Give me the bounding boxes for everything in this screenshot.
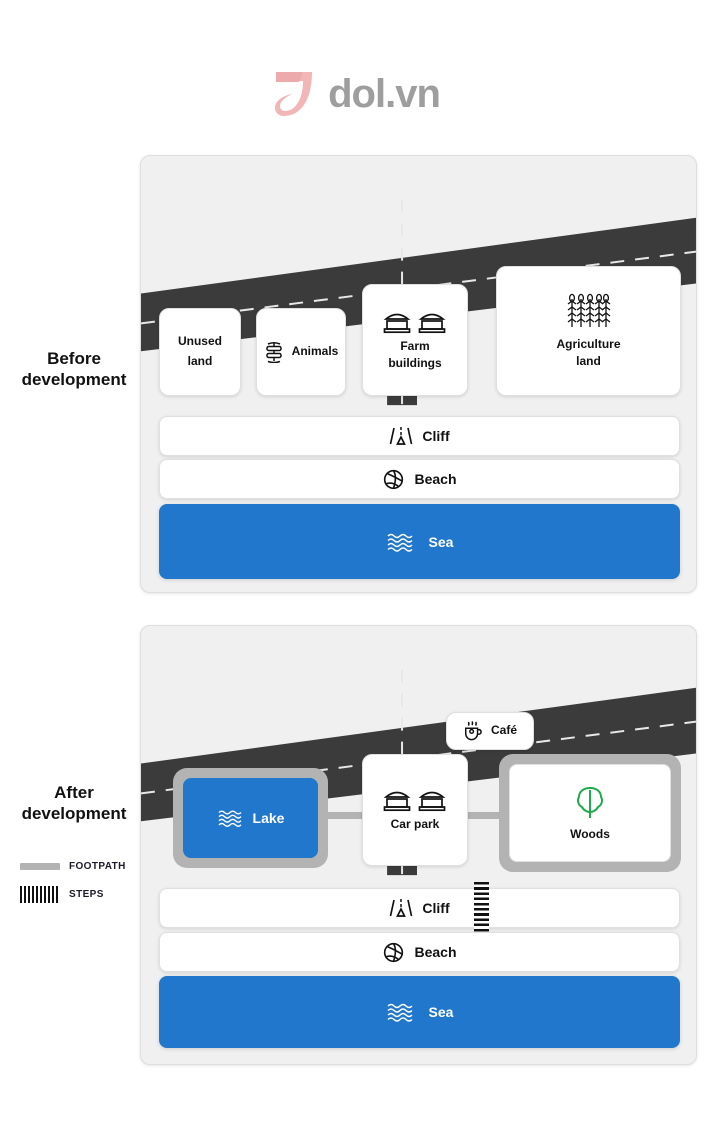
- feature-label-sea: Sea: [428, 1004, 454, 1020]
- farm-buildings-icon: [383, 313, 446, 333]
- feature-label-agriculture-land-line1: Agriculture: [556, 336, 621, 351]
- feature-label-farm-buildings-line1: Farm: [400, 338, 430, 353]
- dol-leaf-logo-icon: [275, 72, 313, 116]
- feature-label-unused-land-line1: Unused: [177, 334, 222, 349]
- legend-item-footpath: FOOTPATH: [20, 852, 145, 880]
- section-label-after: After development: [8, 782, 140, 825]
- section-label-before-line2: development: [21, 370, 127, 390]
- feature-label-sea: Sea: [428, 533, 454, 550]
- feature-card-cafe[interactable]: Café: [446, 712, 534, 750]
- feature-band-sea[interactable]: Sea: [159, 976, 680, 1048]
- map-legend: FOOTPATH STEPS: [20, 852, 145, 908]
- feature-card-agriculture-land[interactable]: Agriculture land: [496, 266, 681, 396]
- map-panel-after: Café Lake Car park Woods Cliff Beach Sea: [140, 625, 697, 1065]
- feature-area-woods[interactable]: Woods: [499, 754, 681, 872]
- farm-buildings-icon: [383, 791, 446, 812]
- footpath-swatch-icon: [20, 862, 60, 870]
- cliff-icon: [390, 899, 413, 917]
- steps-marker-icon: [474, 882, 489, 934]
- woods-card: Woods: [509, 764, 671, 862]
- tree-icon: [577, 786, 603, 818]
- feature-label-beach: Beach: [414, 471, 457, 487]
- beach-ball-icon: [384, 942, 404, 962]
- coffee-cup-icon: [464, 721, 482, 741]
- brand-name: dol.vn: [328, 72, 441, 116]
- waves-icon: [387, 1003, 413, 1022]
- section-label-before: Before development: [8, 348, 140, 391]
- feature-card-car-park[interactable]: Car park: [362, 754, 468, 866]
- feature-label-animals: Animals: [291, 344, 339, 359]
- feature-band-cliff[interactable]: Cliff: [159, 416, 680, 456]
- feature-label-car-park: Car park: [390, 817, 440, 832]
- diagram-page: dol.vn Before development Unused land An…: [0, 0, 712, 1140]
- animals-icon: [265, 341, 282, 363]
- section-label-before-line1: Before: [47, 349, 101, 368]
- feature-label-beach: Beach: [414, 944, 457, 960]
- section-label-after-line1: After: [54, 783, 94, 802]
- feature-band-cliff[interactable]: Cliff: [159, 888, 680, 928]
- beach-ball-icon: [384, 469, 404, 489]
- feature-label-agriculture-land-line2: land: [576, 353, 601, 368]
- feature-label-cliff: Cliff: [422, 428, 450, 444]
- feature-band-sea[interactable]: Sea: [159, 504, 680, 579]
- feature-band-beach[interactable]: Beach: [159, 459, 680, 499]
- cliff-icon: [390, 427, 413, 445]
- waves-icon: [387, 533, 413, 552]
- legend-label-steps: STEPS: [69, 888, 104, 900]
- steps-swatch-icon: [20, 885, 60, 903]
- feature-label-unused-land-line2: land: [187, 354, 213, 368]
- lake-water-body: Lake: [183, 778, 318, 858]
- brand-logo: dol.vn: [0, 68, 712, 120]
- section-label-after-line2: development: [21, 804, 127, 824]
- feature-label-lake: Lake: [252, 810, 285, 826]
- legend-item-steps: STEPS: [20, 880, 145, 908]
- feature-label-cliff: Cliff: [422, 900, 450, 916]
- wheat-icon: [567, 293, 611, 328]
- feature-card-farm-buildings[interactable]: Farm buildings: [362, 284, 468, 396]
- feature-card-unused-land[interactable]: Unused land: [159, 308, 241, 396]
- feature-label-woods: Woods: [570, 827, 610, 841]
- waves-icon: [218, 810, 242, 827]
- map-panel-before: Unused land Animals Farm buildings Agric…: [140, 155, 697, 593]
- feature-band-beach[interactable]: Beach: [159, 932, 680, 972]
- legend-label-footpath: FOOTPATH: [69, 860, 126, 872]
- feature-label-cafe: Café: [490, 723, 517, 738]
- feature-label-farm-buildings-line2: buildings: [388, 355, 442, 370]
- feature-area-lake[interactable]: Lake: [173, 768, 328, 868]
- feature-card-animals[interactable]: Animals: [256, 308, 346, 396]
